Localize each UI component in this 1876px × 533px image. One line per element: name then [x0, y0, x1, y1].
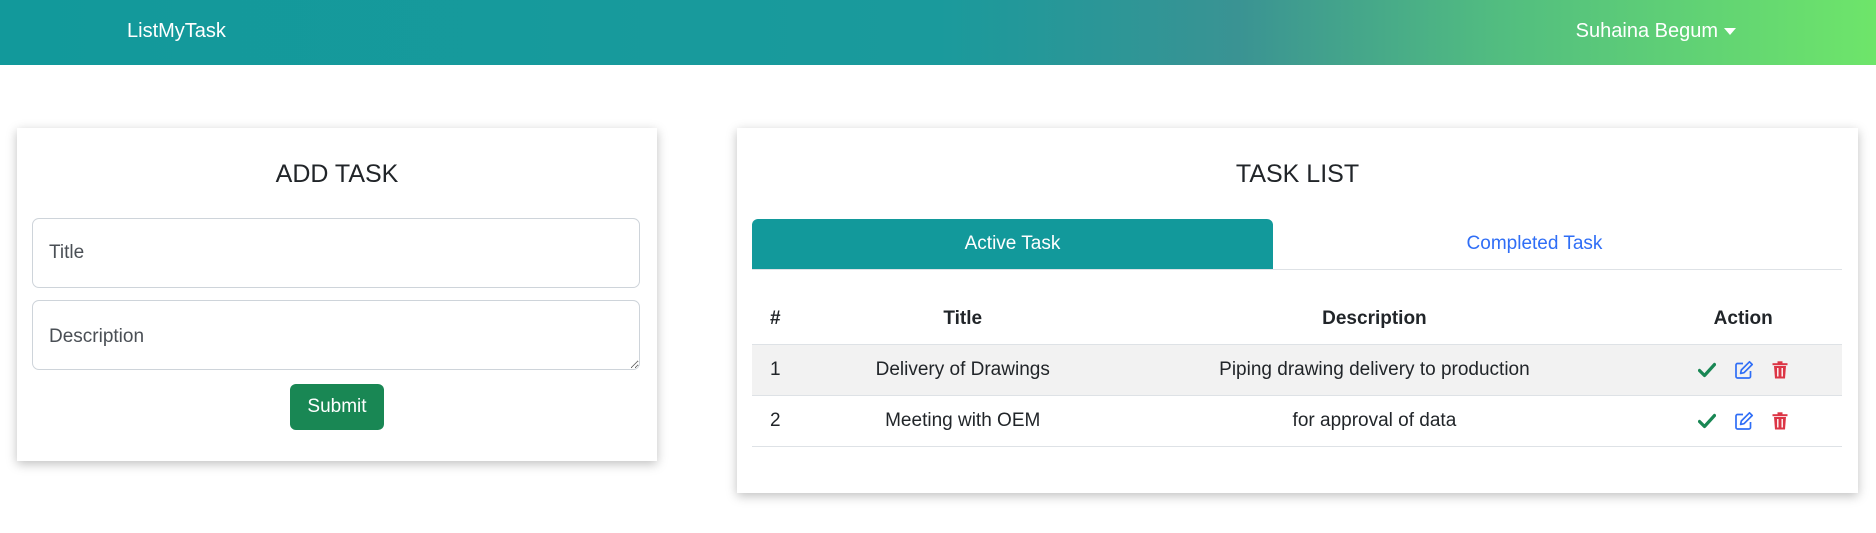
check-icon[interactable] [1698, 362, 1717, 378]
top-navbar: ListMyTask Suhaina Begum [0, 0, 1876, 65]
task-list-card: TASK LIST Active Task Completed Task # T… [737, 128, 1858, 493]
brand-link[interactable]: ListMyTask [127, 20, 226, 43]
task-list-heading: TASK LIST [1235, 160, 1360, 188]
title-input[interactable] [32, 218, 640, 288]
column-header-action: Action [1644, 294, 1842, 345]
add-task-heading: ADD TASK [275, 160, 399, 188]
table-row: 2 Meeting with OEM for approval of data [752, 395, 1842, 447]
table-header-row: # Title Description Action [752, 294, 1842, 345]
table-row: 1 Delivery of Drawings Piping drawing de… [752, 344, 1842, 396]
check-icon[interactable] [1698, 413, 1717, 429]
caret-down-icon [1724, 28, 1736, 35]
submit-button[interactable]: Submit [290, 384, 384, 430]
column-header-number: # [752, 294, 822, 345]
user-menu-toggle[interactable]: Suhaina Begum [1576, 20, 1736, 43]
row-actions [1644, 395, 1842, 447]
trash-icon[interactable] [1772, 361, 1788, 379]
column-header-description: Description [1104, 294, 1645, 345]
row-title: Delivery of Drawings [821, 344, 1105, 396]
row-title: Meeting with OEM [821, 395, 1105, 447]
user-name: Suhaina Begum [1575, 20, 1718, 42]
column-header-title: Title [821, 294, 1105, 345]
tab-active-task[interactable]: Active Task [752, 219, 1273, 269]
description-textarea[interactable] [32, 300, 640, 370]
row-number: 1 [752, 344, 822, 396]
row-actions [1644, 344, 1842, 396]
row-number: 2 [752, 395, 822, 447]
row-description: for approval of data [1104, 395, 1645, 447]
tab-completed-task[interactable]: Completed Task [1274, 219, 1795, 269]
edit-icon[interactable] [1734, 360, 1754, 380]
add-task-card: ADD TASK Submit [17, 128, 657, 461]
task-tabs: Active Task Completed Task [752, 219, 1842, 270]
row-description: Piping drawing delivery to production [1104, 344, 1645, 396]
edit-icon[interactable] [1734, 411, 1754, 431]
trash-icon[interactable] [1772, 412, 1788, 430]
task-table: # Title Description Action 1 Delivery of… [752, 294, 1842, 447]
